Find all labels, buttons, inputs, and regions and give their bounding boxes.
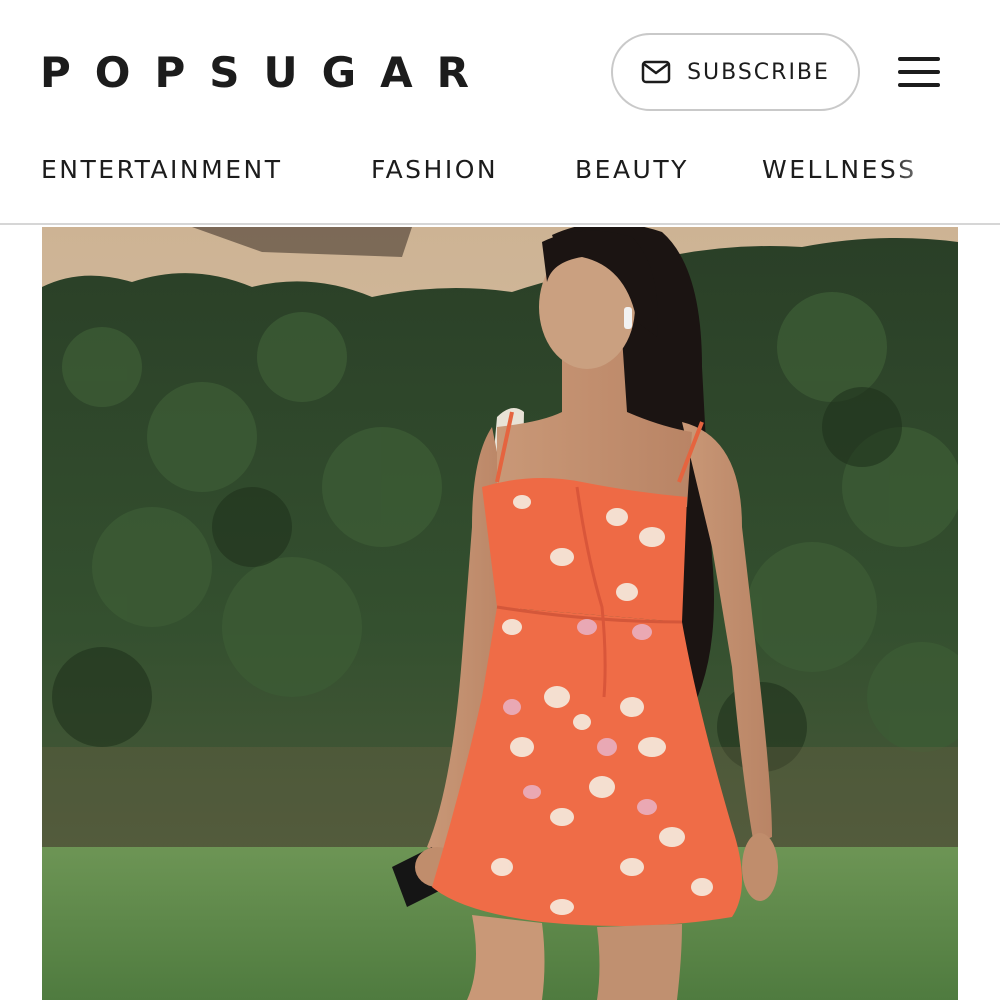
- nav-item-fashion[interactable]: FASHION: [371, 155, 498, 185]
- nav-item-entertainment[interactable]: ENTERTAINMENT: [41, 155, 282, 185]
- hero-image[interactable]: [42, 227, 958, 1000]
- menu-line: [898, 57, 940, 61]
- nav-item-wellness[interactable]: WELLNESS: [762, 155, 917, 185]
- mail-icon: [641, 60, 671, 84]
- site-header: POPSUGAR SUBSCRIBE: [0, 0, 1000, 135]
- nav-item-beauty[interactable]: BEAUTY: [575, 155, 689, 185]
- category-nav: ENTERTAINMENT FASHION BEAUTY WELLNESS: [0, 135, 1000, 225]
- subscribe-button[interactable]: SUBSCRIBE: [611, 33, 860, 111]
- subscribe-label: SUBSCRIBE: [687, 59, 830, 85]
- menu-line: [898, 70, 940, 74]
- popsugar-logo[interactable]: POPSUGAR: [40, 50, 493, 96]
- hero-photo-woman-orange-dress: [42, 227, 958, 1000]
- hamburger-menu-icon[interactable]: [898, 55, 942, 89]
- menu-line: [898, 83, 940, 87]
